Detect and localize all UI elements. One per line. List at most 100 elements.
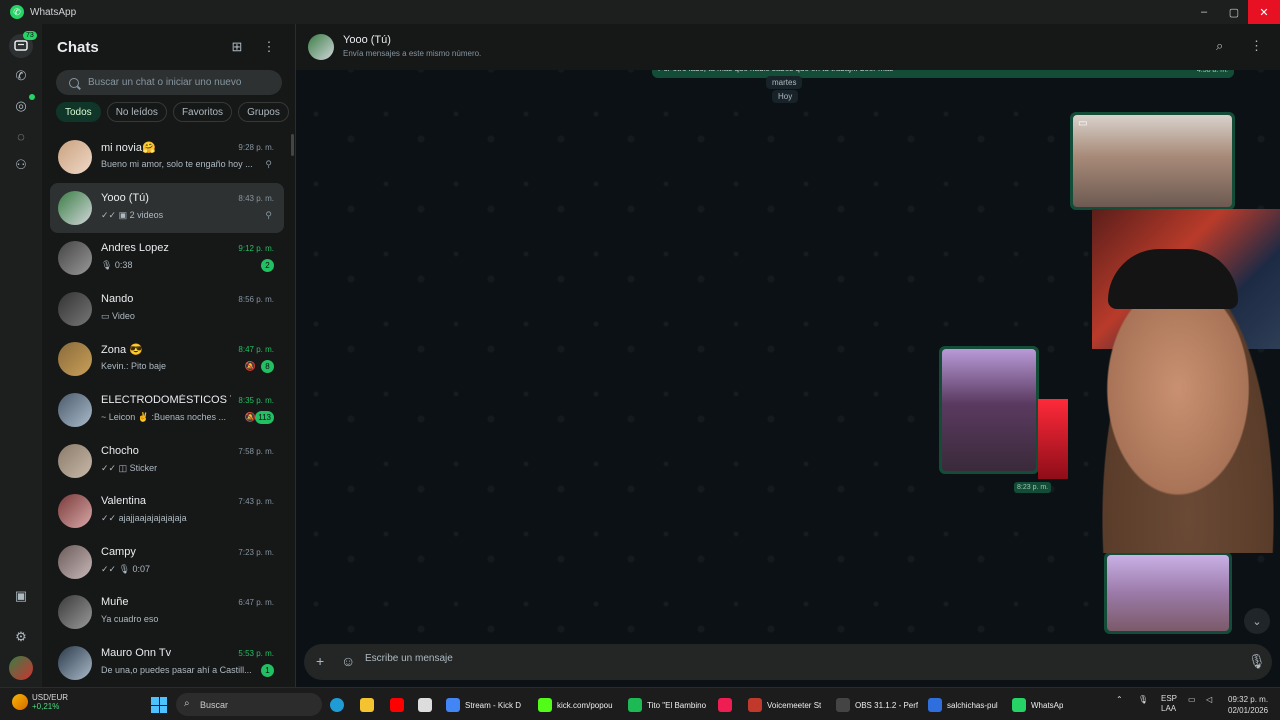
volume-icon[interactable]: ◁ xyxy=(1206,695,1212,704)
chat-search-box[interactable] xyxy=(56,70,282,95)
profile-avatar[interactable] xyxy=(9,656,33,680)
chat-list-item[interactable]: Nando 8:56 p. m. ▭ Video xyxy=(50,284,284,335)
language-bottom: LAA xyxy=(1161,704,1177,713)
search-icon: ⌕ xyxy=(184,698,190,709)
chat-preview: ✓✓ ◫ Sticker xyxy=(101,462,158,473)
chat-header[interactable]: Yooo (Tú) Envía mensajes a este mismo nú… xyxy=(296,24,1280,70)
sidebar-scrollbar[interactable] xyxy=(291,134,294,156)
channels-nav-icon[interactable]: ◌ xyxy=(9,124,33,148)
video-message-3[interactable] xyxy=(1104,552,1232,634)
microphone-icon[interactable]: 🎙 xyxy=(1248,653,1266,670)
clock-date: 02/01/2026 xyxy=(1228,706,1269,715)
muted-bell-icon: 🔕 xyxy=(244,361,256,372)
taskbar-app-button[interactable]: OBS 31.1.2 - Perf xyxy=(836,694,918,716)
menu-dots-icon[interactable]: ⋮ xyxy=(260,38,278,56)
network-icon[interactable]: ▭ xyxy=(1188,695,1196,704)
chat-sidebar: Chats ⊞ ⋮ Todos No leídos Favoritos Grup… xyxy=(42,24,296,687)
chat-time: 8:35 p. m. xyxy=(238,395,274,405)
chat-name: Yooo (Tú) xyxy=(101,191,149,204)
chat-avatar[interactable] xyxy=(58,443,92,478)
minimize-button[interactable]: – xyxy=(1188,0,1220,24)
chat-avatar[interactable] xyxy=(58,595,92,630)
webcam-overlay xyxy=(1038,209,1280,553)
taskbar-app-button[interactable]: kick.com/popou xyxy=(538,694,613,716)
chat-search-input[interactable] xyxy=(88,77,278,88)
chat-avatar[interactable] xyxy=(58,392,92,427)
chat-avatar[interactable] xyxy=(58,494,92,529)
chat-time: 8:43 p. m. xyxy=(238,193,274,203)
taskbar-app-button[interactable]: Voicemeeter St xyxy=(748,694,821,716)
taskbar-search[interactable]: ⌕ Buscar xyxy=(176,693,322,716)
chat-preview: ✓✓ 🎙 0:07 xyxy=(101,563,151,574)
tray-mic-icon[interactable]: 🎙 xyxy=(1138,695,1148,704)
taskbar-app-button[interactable]: salchichas-pul xyxy=(928,694,998,716)
video-message-2[interactable] xyxy=(939,346,1039,474)
contact-name[interactable]: Yooo (Tú) xyxy=(343,34,391,46)
taskbar-app-button[interactable]: Stream - Kick D xyxy=(446,694,521,716)
chat-name: ELECTRODOMÉSTICOS Y... xyxy=(101,393,231,406)
chat-list-item[interactable]: Mauro Onn Tv 5:53 p. m. De una,o puedes pa… xyxy=(50,638,284,689)
menu-dots-icon[interactable]: ⋮ xyxy=(1250,38,1263,54)
message-input[interactable] xyxy=(365,653,1225,664)
chat-list-item[interactable]: Muñe 6:47 p. m. Ya cuadro eso xyxy=(50,587,284,638)
chat-list-item[interactable]: Chocho 7:58 p. m. ✓✓ ◫ Sticker xyxy=(50,436,284,487)
media-nav-icon[interactable]: ▣ xyxy=(9,584,33,608)
chat-avatar[interactable] xyxy=(58,342,92,377)
chat-avatar[interactable] xyxy=(58,190,92,225)
chat-name: Muñe xyxy=(101,596,129,609)
explorer-taskbar-icon[interactable] xyxy=(360,694,374,716)
chat-list-item[interactable]: ELECTRODOMÉSTICOS Y... 8:35 p. m. ~ Leicon… xyxy=(50,385,284,436)
chat-list-item[interactable]: Campy 7:23 p. m. ✓✓ 🎙 0:07 xyxy=(50,537,284,588)
search-icon[interactable]: ⌕ xyxy=(1216,38,1223,54)
emoji-icon[interactable]: ☺ xyxy=(341,653,355,669)
taskbar-app-label: OBS 31.1.2 - Perf xyxy=(855,700,919,710)
chat-avatar[interactable] xyxy=(58,645,92,680)
youtube-taskbar-icon[interactable] xyxy=(390,694,404,716)
settings-gear-icon[interactable]: ⚙ xyxy=(9,625,33,649)
widget-value: +0,21% xyxy=(32,702,60,711)
scroll-down-button[interactable]: ⌄ xyxy=(1244,608,1270,634)
chat-name: Zona 😎 xyxy=(101,344,143,357)
taskbar-app-button[interactable] xyxy=(718,694,737,716)
app-icon xyxy=(538,698,552,712)
video-message-1[interactable]: ▭ xyxy=(1070,112,1235,210)
chat-avatar[interactable] xyxy=(58,544,92,579)
start-button[interactable] xyxy=(151,697,167,713)
calls-nav-icon[interactable]: ✆ xyxy=(9,64,33,88)
chat-avatar[interactable] xyxy=(58,241,92,276)
chat-preview: Kevin.: Pito baje xyxy=(101,361,167,372)
status-dot-icon xyxy=(29,94,35,100)
taskbar-app-button[interactable]: WhatsAp xyxy=(1012,694,1063,716)
close-button[interactable]: ✕ xyxy=(1248,0,1280,24)
chat-list-item[interactable]: Andres Lopez 9:12 p. m. 🎙 0:38 2 xyxy=(50,233,284,284)
chat-list-item[interactable]: Yooo (Tú) 8:43 p. m. ✓✓ ▣ 2 videos ⚲ xyxy=(50,182,284,234)
communities-nav-icon[interactable]: ⚇ xyxy=(9,153,33,177)
edge-taskbar-icon[interactable] xyxy=(330,694,344,716)
chat-time: 5:53 p. m. xyxy=(238,648,274,658)
widget-button[interactable]: USD/EUR +0,21% xyxy=(12,693,68,711)
widget-label: USD/EUR xyxy=(32,693,69,702)
taskbar-app-button[interactable]: Tito "El Bambino xyxy=(628,694,706,716)
video-thumbnail xyxy=(1107,555,1229,631)
filter-all[interactable]: Todos xyxy=(56,102,101,122)
store-taskbar-icon[interactable] xyxy=(418,694,432,716)
chat-avatar[interactable] xyxy=(58,291,92,326)
tray-overflow-icon[interactable]: ⌃ xyxy=(1116,695,1123,704)
chat-avatar[interactable] xyxy=(58,140,92,174)
pin-icon: ⚲ xyxy=(265,209,272,220)
maximize-button[interactable]: ▢ xyxy=(1218,0,1250,24)
chat-list-item[interactable]: Valentina 7:43 p. m. ✓✓ ajajjaajajajajajaj… xyxy=(50,486,284,537)
attach-plus-icon[interactable]: + xyxy=(316,653,324,669)
chat-list-item[interactable]: mi novia🤗 9:28 p. m. Bueno mi amor, solo t… xyxy=(50,132,284,183)
chat-list-item[interactable]: Zona 😎 8:47 p. m. Kevin.: Pito baje 8 🔕 xyxy=(50,334,284,385)
filter-groups[interactable]: Grupos xyxy=(238,102,289,122)
language-indicator[interactable]: ESP LAA xyxy=(1161,694,1177,714)
filter-unread[interactable]: No leídos xyxy=(106,102,167,122)
video-thumbnail xyxy=(1073,115,1232,207)
filter-favorites[interactable]: Favoritos xyxy=(172,102,233,122)
contact-avatar[interactable] xyxy=(308,34,334,60)
new-chat-icon[interactable]: ⊞ xyxy=(228,38,246,56)
chat-preview: Bueno mi amor, solo te engaño hoy ... xyxy=(101,159,253,169)
taskbar-app-label: salchichas-pul xyxy=(947,700,998,710)
taskbar-clock[interactable]: 09:32 p. m. 02/01/2026 xyxy=(1228,694,1268,716)
